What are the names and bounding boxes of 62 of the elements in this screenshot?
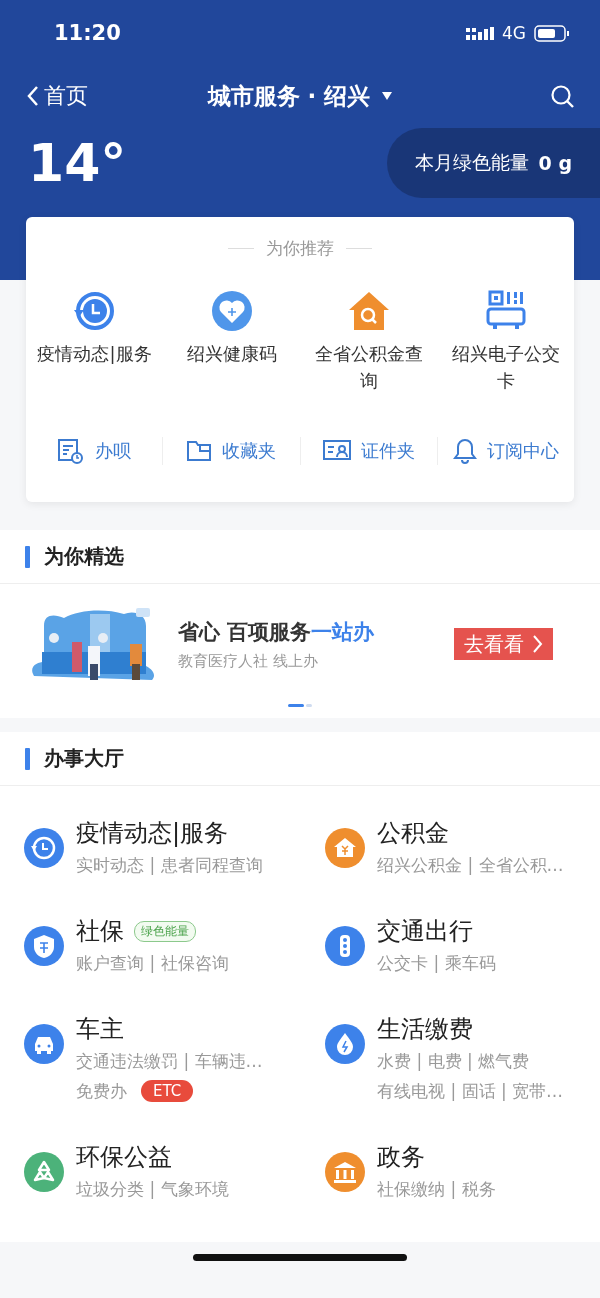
back-button[interactable]: 首页: [26, 81, 88, 111]
search-icon[interactable]: [550, 84, 574, 108]
banner-headline: 省心 百项服务一站办: [178, 618, 376, 646]
signal-icon: [466, 26, 494, 40]
service-item[interactable]: 疫情动态|服务 实时动态 | 患者同程查询: [0, 816, 300, 880]
energy-pill[interactable]: 本月绿色能量 0 g: [386, 128, 600, 198]
back-icon: [26, 85, 40, 107]
service-item[interactable]: 交通出行 公交卡 | 乘车码: [300, 914, 600, 978]
service-subtitle: 公交卡 | 乘车码: [377, 951, 496, 975]
shortcut-button[interactable]: 办呗: [26, 436, 163, 466]
service-subtitle: 免费办: [76, 1079, 127, 1103]
service-name: 疫情动态|服务: [76, 818, 229, 849]
battery-icon: [534, 24, 570, 42]
energy-label: 本月绿色能量: [414, 150, 529, 175]
service-name: 环保公益: [76, 1142, 172, 1173]
section-title: 为你推荐: [266, 237, 334, 260]
section-marker: [25, 747, 30, 770]
service-name: 生活缴费: [377, 1014, 473, 1045]
service-item[interactable]: 环保公益 垃圾分类 | 气象环境: [0, 1140, 300, 1204]
service-name: 社保: [76, 916, 124, 947]
folder-icon: [186, 438, 213, 464]
shortcut-button[interactable]: 订阅中心: [437, 436, 574, 466]
go-button[interactable]: 去看看: [454, 628, 553, 660]
status-time: 11:20: [54, 21, 121, 45]
service-subtitle: 实时动态 | 患者同程查询: [76, 853, 263, 877]
service-subtitle: 水费 | 电费 | 燃气费: [377, 1049, 530, 1073]
service-item[interactable]: 车主 交通违法缴罚 | 车辆违… 免费办 ETC: [0, 1012, 300, 1106]
service-link[interactable]: 疫情动态|服务: [33, 340, 156, 367]
shortcut-button[interactable]: 证件夹: [300, 436, 437, 466]
service-subtitle: 有线电视 | 固话 | 宽带…: [377, 1079, 564, 1103]
dropdown-icon[interactable]: [382, 92, 393, 100]
bell-icon: [452, 438, 477, 464]
energy-badge: 绿色能量: [134, 920, 196, 942]
banner-subtitle: 教育医疗人社 线上办: [178, 651, 319, 671]
service-item[interactable]: 政务 社保缴纳 | 税务: [300, 1140, 600, 1204]
service-link[interactable]: 绍兴电子公交卡: [444, 340, 567, 394]
service-link[interactable]: 绍兴健康码: [170, 340, 293, 367]
clock-refresh-icon[interactable]: [72, 290, 117, 332]
service-link[interactable]: 全省公积金查询: [307, 340, 430, 394]
service-subtitle: 社保缴纳 | 税务: [377, 1177, 496, 1201]
temperature: 14°: [27, 133, 127, 193]
section-title: 为你精选: [44, 543, 124, 570]
service-item[interactable]: 公积金 绍兴公积金 | 全省公积…: [300, 816, 600, 880]
service-name: 车主: [76, 1014, 124, 1045]
document-clock-icon: [57, 438, 86, 464]
service-name: 政务: [377, 1142, 425, 1173]
service-item[interactable]: 生活缴费 水费 | 电费 | 燃气费 有线电视 | 固话 | 宽带…: [300, 1012, 600, 1106]
service-subtitle: 绍兴公积金 | 全省公积…: [377, 853, 564, 877]
etc-tag: ETC: [141, 1080, 194, 1102]
network-label: 4G: [502, 23, 526, 43]
service-subtitle: 垃圾分类 | 气象环境: [76, 1177, 229, 1201]
service-name: 交通出行: [377, 916, 473, 947]
section-marker: [25, 545, 30, 568]
service-subtitle: 交通违法缴罚 | 车辆违…: [76, 1049, 263, 1073]
service-subtitle: 账户查询 | 社保咨询: [76, 951, 229, 975]
section-title: 办事大厅: [44, 745, 124, 772]
energy-value: 0 g: [538, 152, 572, 174]
chevron-right-icon: [532, 634, 543, 654]
service-item[interactable]: 社保 绿色能量 账户查询 | 社保咨询: [0, 914, 300, 978]
service-name: 公积金: [377, 818, 449, 849]
shortcut-button[interactable]: 收藏夹: [163, 436, 300, 466]
page-title[interactable]: 城市服务 · 绍兴: [207, 80, 371, 112]
